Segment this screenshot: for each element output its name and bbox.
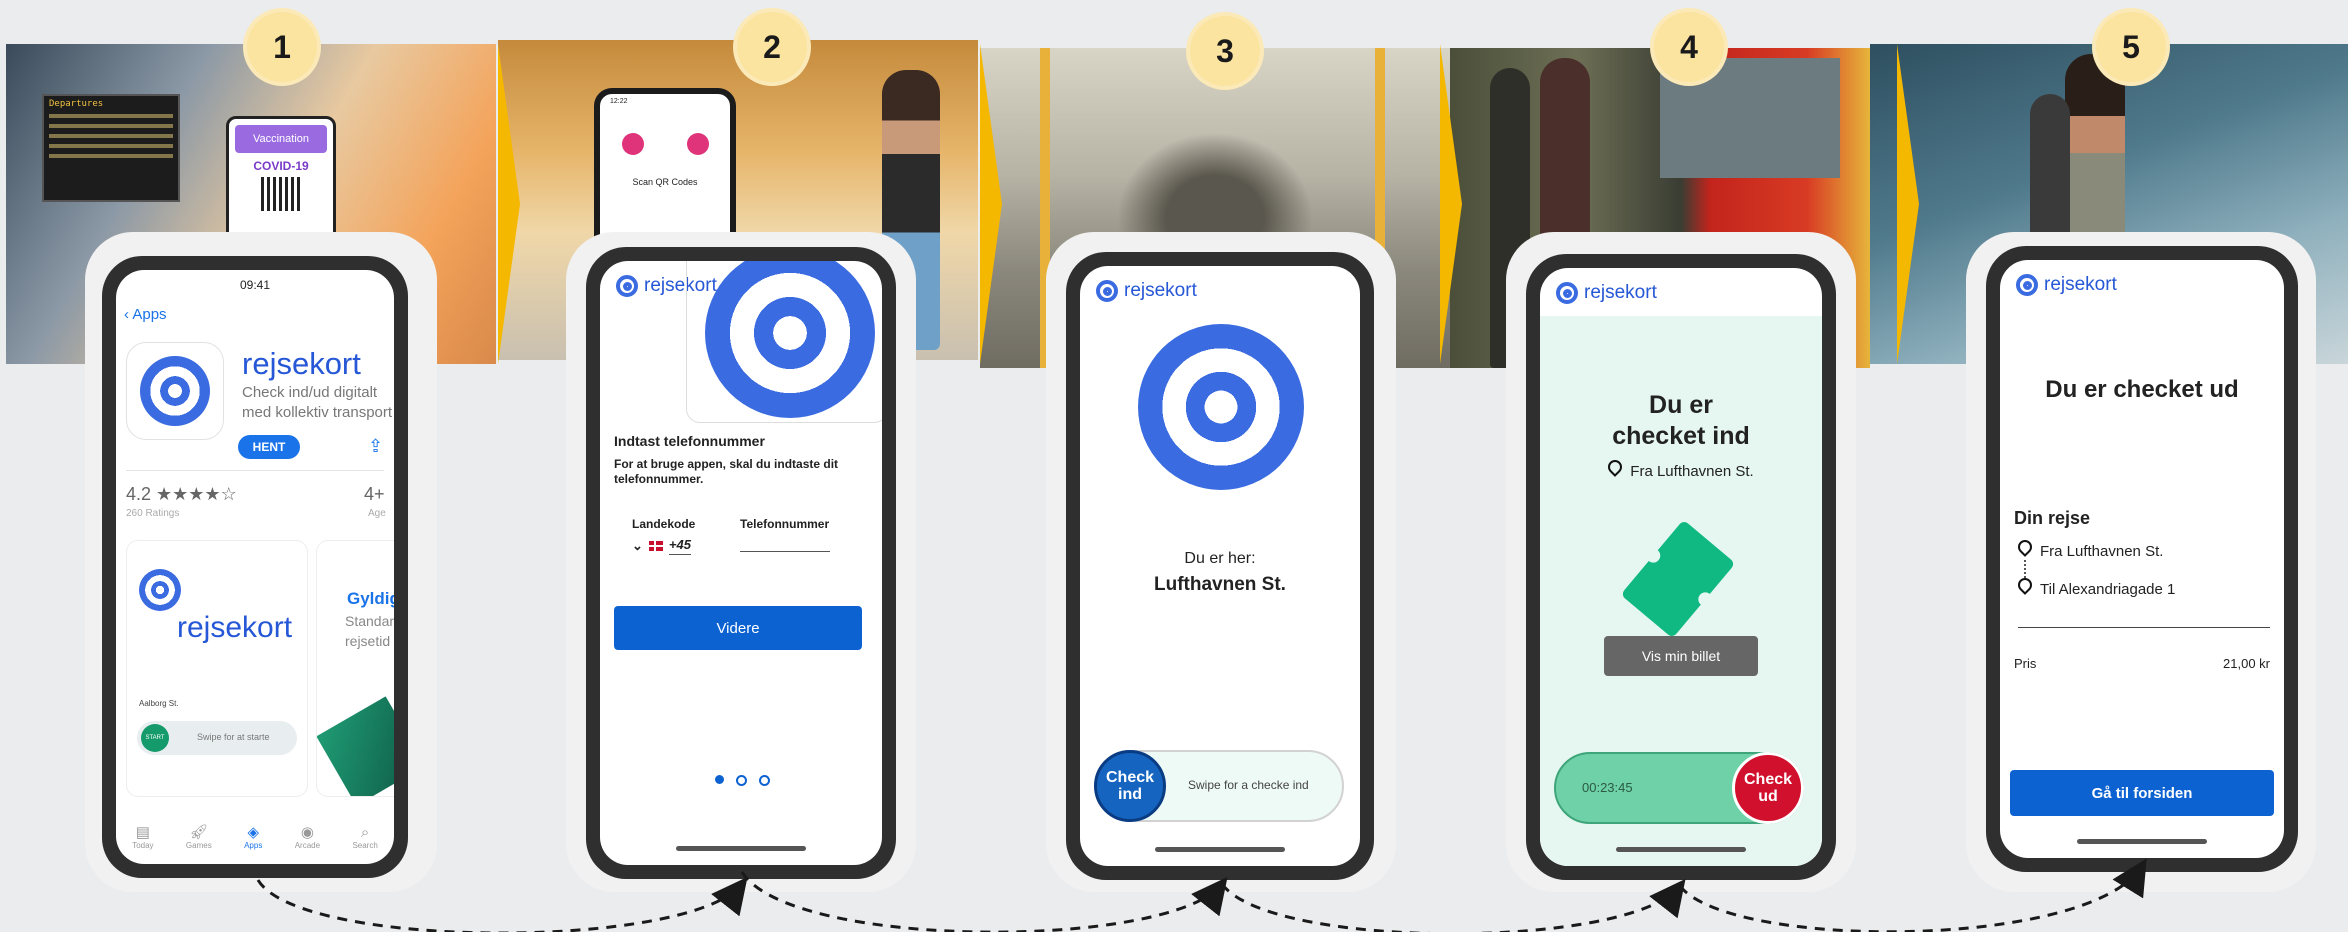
- flow-arrow-4-5: [1678, 858, 2147, 932]
- flow-arrow-1-2: [256, 876, 748, 932]
- flow-arrows: [256, 858, 2147, 932]
- flow-arrow-2-3: [740, 871, 1228, 932]
- flow-arrow-3-4: [1220, 878, 1686, 932]
